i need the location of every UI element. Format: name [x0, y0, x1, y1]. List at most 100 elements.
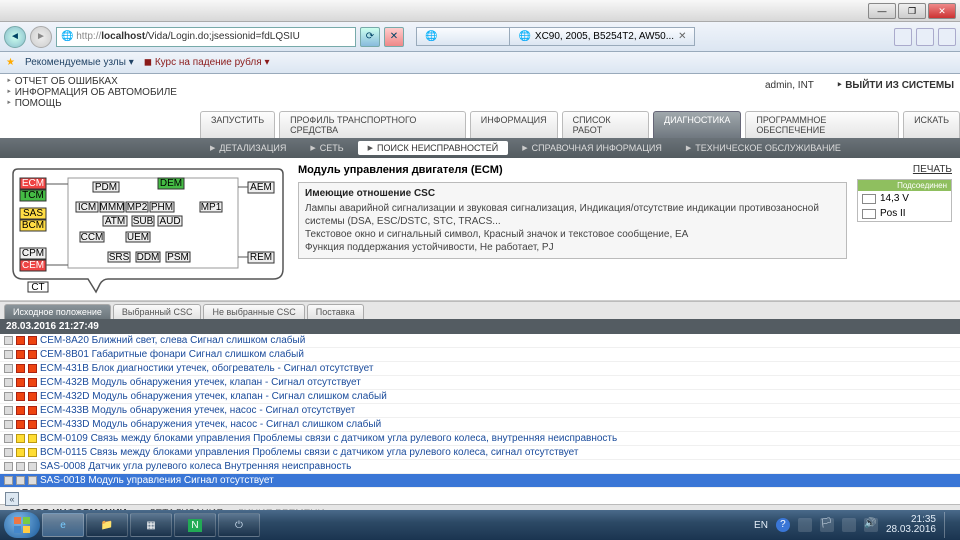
lower-tab-2[interactable]: Не выбранные CSC	[203, 304, 304, 319]
sub-tab-3[interactable]: ▶ СПРАВОЧНАЯ ИНФОРМАЦИЯ	[512, 141, 672, 155]
sub-tab-4[interactable]: ▶ ТЕХНИЧЕСКОЕ ОБСЛУЖИВАНИЕ	[676, 141, 851, 155]
dtc-text: CEM-8A20 Ближний свет, слева Сигнал слиш…	[40, 335, 305, 346]
nav-forward-button[interactable]: ►	[30, 26, 52, 48]
home-icon[interactable]	[894, 28, 912, 46]
dtc-text: SAS-0018 Модуль управления Сигнал отсутс…	[40, 475, 274, 486]
csc-box: Имеющие отношение CSC Лампы аварийной си…	[298, 182, 847, 259]
nav-back-button[interactable]: ◄	[4, 26, 26, 48]
action-center-icon[interactable]: 🏳	[820, 518, 834, 532]
dtc-row[interactable]: SAS-0008 Датчик угла рулевого колеса Вну…	[0, 460, 960, 474]
window-close-button[interactable]: ✕	[928, 3, 956, 19]
voltage-row: 14,3 V	[858, 191, 951, 206]
tools-icon[interactable]	[938, 28, 956, 46]
csc-line-2: Текстовое окно и сигнальный символ, Крас…	[305, 228, 840, 241]
link-error-report[interactable]: ОТЧЕТ ОБ ОШИБКАХ	[6, 76, 177, 87]
lamp-icon	[16, 434, 25, 443]
dtc-text: CEM-8B01 Габаритные фонари Сигнал слишко…	[40, 349, 304, 360]
svg-text:CEM: CEM	[22, 260, 44, 271]
main-tab-6[interactable]: ИСКАТЬ	[903, 111, 960, 138]
ecm-info: Модуль управления двигателя (ECM) Имеющи…	[298, 164, 847, 294]
fav-recommended[interactable]: Рекомендуемые узлы ▾	[25, 57, 134, 68]
lamp-icon	[4, 420, 13, 429]
lamp-icon	[4, 392, 13, 401]
dtc-row[interactable]: ECM-432D Модуль обнаружения утечек, клап…	[0, 390, 960, 404]
lamp-icon	[4, 406, 13, 415]
help-icon[interactable]: ?	[776, 518, 790, 532]
taskbar-explorer[interactable]: 📁	[86, 513, 128, 537]
current-user: admin, INT	[765, 80, 814, 91]
sub-tab-2[interactable]: ▶ ПОИСК НЕИСПРАВНОСТЕЙ	[358, 141, 509, 155]
logout-link[interactable]: ‣ ВЫЙТИ ИЗ СИСТЕМЫ	[837, 80, 954, 91]
dtc-text: ECM-433D Модуль обнаружения утечек, насо…	[40, 419, 381, 430]
dtc-row[interactable]: ECM-431B Блок диагностики утечек, обогре…	[0, 362, 960, 376]
lamp-icon	[28, 434, 37, 443]
close-icon[interactable]: ✕	[678, 31, 686, 42]
connection-header: Подсоединен	[858, 180, 951, 191]
dtc-text: ECM-432B Модуль обнаружения утечек, клап…	[40, 377, 361, 388]
browser-tab-2[interactable]: 🌐XC90, 2005, B5254T2, AW50...✕	[509, 27, 695, 46]
dtc-text: ECM-433B Модуль обнаружения утечек, насо…	[40, 405, 355, 416]
main-tab-3[interactable]: СПИСОК РАБОТ	[562, 111, 649, 138]
favorites-icon[interactable]	[916, 28, 934, 46]
lamp-icon	[28, 336, 37, 345]
stop-button[interactable]: ✕	[384, 27, 404, 47]
scroll-indicator[interactable]: «	[5, 492, 19, 506]
sub-tab-1[interactable]: ▶ СЕТЬ	[300, 141, 353, 155]
network-diagram[interactable]: ECM TCM SAS BCM CPM CEM CT PDM ICM MMM M…	[8, 164, 288, 294]
browser-right-controls	[894, 28, 956, 46]
svg-text:CPM: CPM	[22, 248, 44, 259]
window-minimize-button[interactable]: —	[868, 3, 896, 19]
address-bar[interactable]: 🌐 http:// localhost /Vida/Login.do;jsess…	[56, 27, 356, 47]
lower-tab-1[interactable]: Выбранный CSC	[113, 304, 202, 319]
lower-tab-3[interactable]: Поставка	[307, 304, 364, 319]
refresh-button[interactable]: ⟳	[360, 27, 380, 47]
svg-text:MMM: MMM	[100, 202, 125, 213]
fav-block-item[interactable]: ◼ Курс на падение рубля ▾	[144, 57, 270, 68]
taskbar-ie[interactable]: e	[42, 513, 84, 537]
csc-header: Имеющие отношение CSC	[305, 187, 840, 200]
dtc-row[interactable]: CEM-8A20 Ближний свет, слева Сигнал слиш…	[0, 334, 960, 348]
main-tab-0[interactable]: ЗАПУСТИТЬ	[200, 111, 275, 138]
lower-tabs: Исходное положениеВыбранный CSCНе выбран…	[0, 301, 960, 319]
browser-tab-1[interactable]: 🌐	[416, 27, 510, 46]
clock[interactable]: 21:35 28.03.2016	[886, 515, 936, 535]
main-tab-1[interactable]: ПРОФИЛЬ ТРАНСПОРТНОГО СРЕДСТВА	[279, 111, 466, 138]
network-icon[interactable]	[842, 518, 856, 532]
dtc-row[interactable]: ECM-432B Модуль обнаружения утечек, клап…	[0, 376, 960, 390]
star-icon[interactable]: ★	[6, 57, 15, 68]
dtc-row[interactable]: BCM-0109 Связь между блоками управления …	[0, 432, 960, 446]
csc-line-1: Лампы аварийной сигнализации и звуковая …	[305, 202, 840, 228]
link-help[interactable]: ПОМОЩЬ	[6, 98, 177, 109]
dtc-text: ECM-432D Модуль обнаружения утечек, клап…	[40, 391, 387, 402]
taskbar-app-3[interactable]: ⏻	[218, 513, 260, 537]
show-desktop-button[interactable]	[944, 512, 950, 538]
dtc-row[interactable]: CEM-8B01 Габаритные фонари Сигнал слишко…	[0, 348, 960, 362]
dtc-row[interactable]: ECM-433B Модуль обнаружения утечек, насо…	[0, 404, 960, 418]
link-vehicle-info[interactable]: ИНФОРМАЦИЯ ОБ АВТОМОБИЛЕ	[6, 87, 177, 98]
battery-icon	[862, 194, 876, 204]
taskbar-app-1[interactable]: ▦	[130, 513, 172, 537]
start-button[interactable]	[4, 512, 40, 538]
taskbar-app-2[interactable]: N	[174, 513, 216, 537]
sub-tab-0[interactable]: ▶ ДЕТАЛИЗАЦИЯ	[200, 141, 296, 155]
vida-app: ОТЧЕТ ОБ ОШИБКАХ ИНФОРМАЦИЯ ОБ АВТОМОБИЛ…	[0, 74, 960, 522]
print-link[interactable]: ПЕЧАТЬ	[857, 164, 952, 175]
volume-icon[interactable]: 🔊	[864, 518, 878, 532]
lamp-icon	[16, 406, 25, 415]
svg-text:PDM: PDM	[95, 182, 117, 193]
main-tab-4[interactable]: ДИАГНОСТИКА	[653, 111, 741, 138]
language-indicator[interactable]: EN	[754, 520, 768, 531]
tray-icon-1[interactable]	[798, 518, 812, 532]
window-maximize-button[interactable]: ❐	[898, 3, 926, 19]
dtc-row[interactable]: BCM-0115 Связь между блоками управления …	[0, 446, 960, 460]
svg-text:ATM: ATM	[105, 216, 125, 227]
lamp-icon	[28, 448, 37, 457]
dtc-text: BCM-0109 Связь между блоками управления …	[40, 433, 617, 444]
main-tab-2[interactable]: ИНФОРМАЦИЯ	[470, 111, 558, 138]
svg-text:SUB: SUB	[133, 216, 154, 227]
dtc-row[interactable]: SAS-0018 Модуль управления Сигнал отсутс…	[0, 474, 960, 488]
main-tab-5[interactable]: ПРОГРАММНОЕ ОБЕСПЕЧЕНИЕ	[745, 111, 899, 138]
dtc-row[interactable]: ECM-433D Модуль обнаружения утечек, насо…	[0, 418, 960, 432]
lower-tab-0[interactable]: Исходное положение	[4, 304, 111, 319]
dtc-text: BCM-0115 Связь между блоками управления …	[40, 447, 578, 458]
